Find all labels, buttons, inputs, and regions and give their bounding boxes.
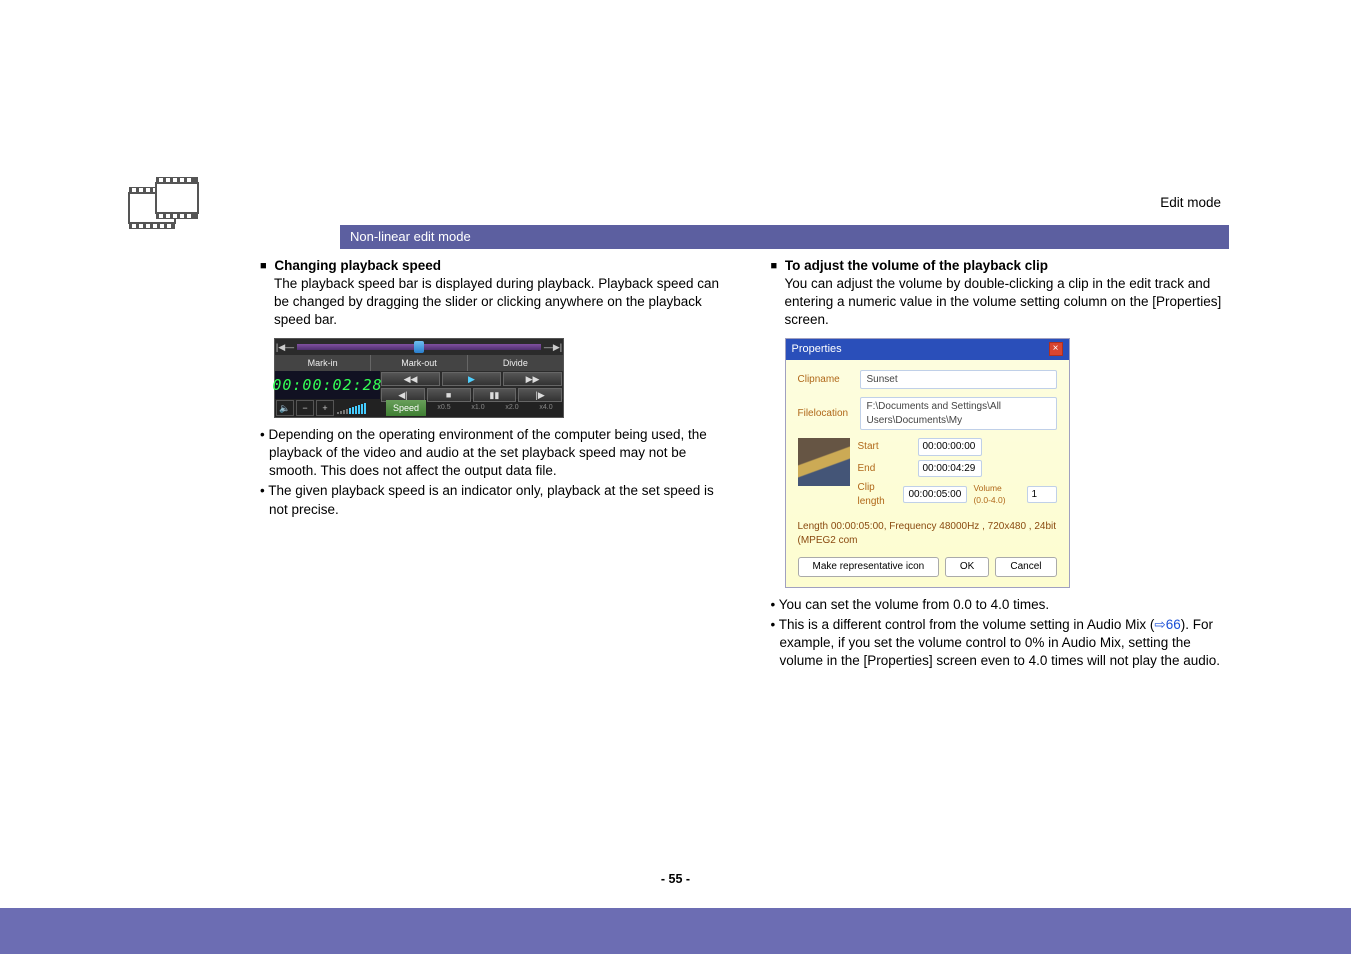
mute-icon: 🔈	[276, 400, 294, 416]
left-bullet-2: • The given playback speed is an indicat…	[269, 482, 721, 518]
speed-label: Speed	[386, 400, 426, 416]
page-number: - 55 -	[0, 872, 1351, 886]
playback-ui-figure: |◀— —▶| Mark-in Mark-out Divide 00:00:02…	[274, 338, 564, 418]
pause-icon: ▮▮	[473, 388, 517, 402]
volume-value: 1	[1027, 486, 1057, 504]
speed-scale: x0.5 x1.0 x2.0 x4.0	[427, 403, 563, 412]
playhead-icon	[414, 341, 424, 353]
skip-start-icon: |◀—	[275, 341, 295, 353]
right-column: ■ To adjust the volume of the playback c…	[771, 258, 1232, 672]
divide-label: Divide	[467, 355, 563, 371]
volume-label: Volume (0.0-4.0)	[973, 483, 1020, 506]
right-heading: ■ To adjust the volume of the playback c…	[771, 258, 1232, 273]
make-icon-button: Make representative icon	[798, 557, 940, 577]
left-column: ■ Changing playback speed The playback s…	[260, 258, 721, 672]
left-heading: ■ Changing playback speed	[260, 258, 721, 273]
vol-plus-icon: +	[316, 400, 334, 416]
mark-in-label: Mark-in	[275, 355, 370, 371]
rewind-icon: ◀◀	[381, 372, 440, 386]
square-bullet-icon: ■	[771, 260, 778, 272]
section-bar-label: Non-linear edit mode	[350, 229, 471, 244]
fastforward-icon: ▶▶	[503, 372, 562, 386]
vol-meter-icon	[335, 402, 385, 414]
filelocation-value: F:\Documents and Settings\All Users\Docu…	[860, 397, 1057, 430]
right-paragraph: You can adjust the volume by double-clic…	[785, 275, 1232, 330]
bottom-bar	[0, 908, 1351, 954]
cancel-button: Cancel	[995, 557, 1056, 577]
right-bullet-1: • You can set the volume from 0.0 to 4.0…	[780, 596, 1232, 614]
close-icon: ×	[1049, 342, 1063, 356]
ok-button: OK	[945, 557, 989, 577]
end-label: End	[858, 462, 914, 476]
playback-track	[297, 344, 541, 350]
step-fwd-icon: |▶	[518, 388, 562, 402]
clip-spec: Length 00:00:05:00, Frequency 48000Hz , …	[798, 520, 1057, 547]
clipname-value: Sunset	[860, 370, 1057, 390]
section-bar: Non-linear edit mode	[340, 225, 1229, 249]
link-arrow-icon: ⇨	[1154, 617, 1165, 632]
start-value: 00:00:00:00	[918, 438, 982, 456]
filmstrip-icon	[128, 175, 200, 236]
square-bullet-icon: ■	[260, 260, 267, 272]
end-value: 00:00:04:29	[918, 460, 982, 478]
clipname-label: Clipname	[798, 373, 860, 387]
skip-end-icon: —▶|	[543, 341, 563, 353]
timecode: 00:00:02:28	[275, 371, 380, 399]
stop-icon: ■	[427, 388, 471, 402]
cliplength-label: Clip length	[858, 481, 900, 508]
start-label: Start	[858, 440, 914, 454]
filelocation-label: Filelocation	[798, 407, 860, 421]
vol-minus-icon: −	[296, 400, 314, 416]
clip-thumbnail	[798, 438, 850, 486]
mode-label: Edit mode	[1160, 195, 1221, 210]
page-link-66[interactable]: 66	[1166, 617, 1181, 632]
mark-out-label: Mark-out	[370, 355, 466, 371]
left-paragraph: The playback speed bar is displayed duri…	[274, 275, 721, 330]
play-icon: ▶	[442, 372, 501, 386]
cliplength-value: 00:00:05:00	[903, 486, 967, 504]
left-bullet-1: • Depending on the operating environment…	[269, 426, 721, 481]
right-bullet-2: • This is a different control from the v…	[780, 616, 1232, 671]
properties-dialog-figure: Properties × Clipname Sunset Filelocatio…	[785, 338, 1070, 588]
properties-title: Properties	[792, 342, 842, 357]
